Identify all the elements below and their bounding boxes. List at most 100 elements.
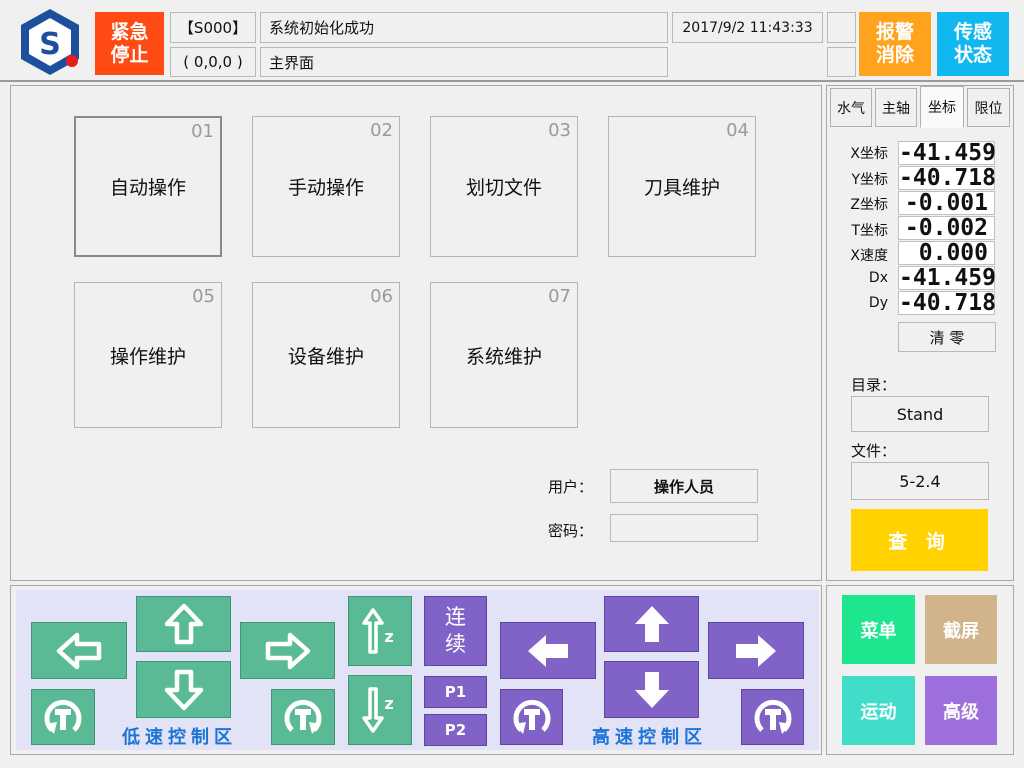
z-down-button[interactable]: z	[348, 675, 412, 745]
low-speed-left-button[interactable]	[31, 622, 127, 679]
indicator-box-1	[827, 12, 856, 43]
alarm-clear-button[interactable]: 报警 消除	[859, 12, 931, 76]
query-label: 查 询	[888, 530, 951, 553]
screen-name: 主界面	[260, 47, 668, 77]
tab-water-air[interactable]: 水气	[830, 88, 872, 127]
tile-tool-maintenance[interactable]: 04 刀具维护	[608, 116, 756, 257]
alarm-label-2: 消除	[875, 44, 914, 66]
tab-limits[interactable]: 限位	[967, 88, 1010, 127]
svg-text:z: z	[384, 627, 393, 646]
low-speed-rotate-ccw-button[interactable]	[31, 689, 95, 745]
tile-number: 02	[370, 120, 393, 141]
tile-number: 07	[548, 286, 571, 307]
high-speed-rotate-ccw-button[interactable]	[500, 689, 563, 745]
rotate-ccw-icon	[44, 699, 82, 734]
tab-spindle[interactable]: 主轴	[875, 88, 917, 127]
continuous-label-2: 续	[445, 632, 466, 656]
status-message: 系统初始化成功	[260, 12, 668, 43]
p2-button[interactable]: P2	[424, 714, 487, 746]
z-down-icon: z	[362, 687, 394, 733]
user-label: 用户：	[548, 478, 594, 496]
arrow-right-icon	[265, 632, 310, 669]
emergency-stop-button[interactable]: 紧急 停止	[95, 12, 164, 75]
directory-label: 目录：	[851, 376, 897, 394]
high-speed-right-button[interactable]	[708, 622, 804, 679]
password-field[interactable]	[610, 514, 758, 542]
z-up-button[interactable]: z	[348, 596, 412, 666]
svg-text:S: S	[39, 27, 61, 62]
directory-field[interactable]: Stand	[851, 396, 989, 432]
continuous-mode-button[interactable]: 连续	[424, 596, 487, 666]
file-field[interactable]: 5-2.4	[851, 462, 989, 500]
tile-cutting-file[interactable]: 03 划切文件	[430, 116, 578, 257]
low-speed-up-button[interactable]	[136, 596, 231, 652]
x-coord-label: X坐标	[850, 146, 888, 162]
screenshot-label: 截屏	[943, 620, 979, 642]
menu-label: 菜单	[860, 620, 897, 642]
rotate-ccw-icon	[513, 699, 550, 734]
high-speed-rotate-cw-button[interactable]	[741, 689, 804, 745]
low-speed-down-button[interactable]	[136, 661, 231, 718]
x-speed-label: X速度	[850, 248, 888, 264]
p1-label: P1	[444, 683, 467, 701]
z-coord-value: -0.001	[898, 191, 995, 215]
p1-button[interactable]: P1	[424, 676, 487, 708]
y-coord-label: Y坐标	[851, 172, 888, 188]
tab-coordinates[interactable]: 坐标	[920, 86, 964, 128]
sensor-label-2: 状态	[953, 44, 992, 66]
rotate-cw-icon	[754, 699, 791, 734]
tile-number: 04	[726, 120, 749, 141]
arrow-down-icon	[634, 671, 669, 708]
sensor-status-button[interactable]: 传感 状态	[937, 12, 1009, 76]
advanced-button[interactable]: 高级	[925, 676, 997, 745]
x-coord-value: -41.459	[898, 140, 996, 166]
arrow-left-icon	[56, 632, 102, 669]
tile-auto-operation[interactable]: 01 自动操作	[74, 116, 222, 257]
low-speed-right-button[interactable]	[240, 622, 335, 679]
tile-label: 手动操作	[287, 177, 364, 199]
low-speed-zone-label: 低速控制区	[122, 727, 237, 748]
tile-number: 03	[548, 120, 571, 141]
user-field[interactable]: 操作人员	[610, 469, 758, 503]
arrow-right-icon	[736, 634, 776, 667]
continuous-label-1: 连	[445, 605, 466, 629]
arrow-left-icon	[528, 634, 568, 667]
file-label: 文件：	[851, 442, 897, 460]
dy-label: Dy	[868, 295, 888, 311]
sensor-label-1: 传感	[953, 21, 992, 43]
z-coord-label: Z坐标	[850, 197, 888, 213]
status-code: 【S000】	[170, 12, 256, 43]
high-speed-left-button[interactable]	[500, 622, 596, 679]
high-speed-zone-label: 高速控制区	[592, 727, 707, 748]
estop-label-2: 停止	[110, 43, 149, 66]
high-speed-down-button[interactable]	[604, 661, 699, 718]
estop-label-1: 紧急	[110, 20, 149, 43]
menu-button[interactable]: 菜单	[842, 595, 915, 664]
tile-number: 06	[370, 286, 393, 307]
tile-label: 操作维护	[109, 345, 186, 368]
high-speed-up-button[interactable]	[604, 596, 699, 652]
arrow-up-icon	[164, 603, 203, 645]
tile-operation-maintenance[interactable]: 05 操作维护	[74, 282, 222, 428]
datetime-display: 2017/9/2 11:43:33	[672, 12, 823, 43]
p2-label: P2	[444, 721, 467, 739]
coords-display: ( 0,0,0 )	[170, 47, 256, 77]
motion-button[interactable]: 运动	[842, 676, 915, 745]
alarm-label-1: 报警	[875, 21, 914, 43]
password-label: 密码：	[548, 522, 594, 540]
tile-label: 刀具维护	[643, 177, 720, 199]
tile-system-maintenance[interactable]: 07 系统维护	[430, 282, 578, 428]
tile-manual-operation[interactable]: 02 手动操作	[252, 116, 400, 257]
rotate-cw-icon	[284, 699, 322, 734]
dy-value: -40.718	[898, 290, 996, 316]
tile-label: 设备维护	[287, 345, 364, 368]
tile-equipment-maintenance[interactable]: 06 设备维护	[252, 282, 400, 428]
arrow-down-icon	[164, 669, 203, 710]
arrow-up-icon	[634, 606, 669, 642]
x-speed-value: 0.000	[898, 241, 995, 265]
screenshot-button[interactable]: 截屏	[925, 595, 997, 664]
low-speed-rotate-cw-button[interactable]	[271, 689, 335, 745]
query-button[interactable]: 查 询	[851, 509, 988, 571]
tile-number: 05	[192, 286, 215, 307]
clear-zero-button[interactable]: 清 零	[898, 322, 996, 352]
